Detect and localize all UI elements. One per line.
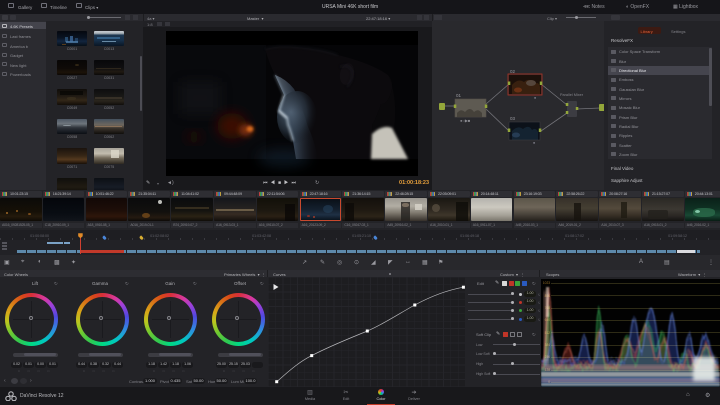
svg-text:02: 02 <box>510 69 516 74</box>
svg-text:03: 03 <box>510 116 516 121</box>
svg-text:■: ■ <box>533 141 535 145</box>
svg-text:Parallel Mixer: Parallel Mixer <box>560 93 584 97</box>
svg-text:●○▶■: ●○▶■ <box>460 118 471 123</box>
svg-text:■: ■ <box>534 96 536 100</box>
svg-text:01: 01 <box>456 93 462 98</box>
